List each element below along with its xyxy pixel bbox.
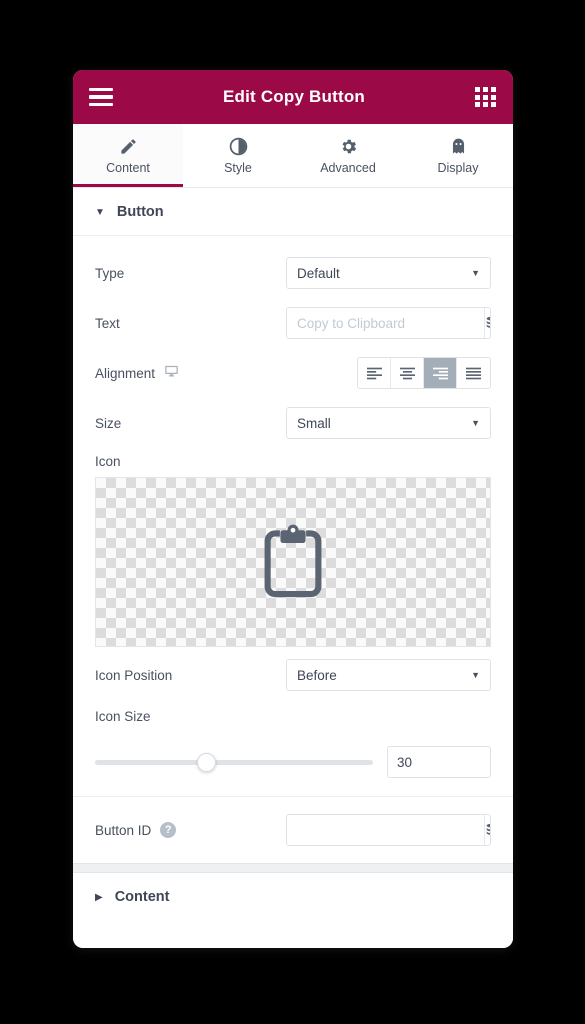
section-title-button: Button [116,204,164,220]
pencil-icon [73,134,183,158]
button-id-fields: Button ID ? [73,797,513,863]
panel-body: ▼ Button Type Default ▼ Text Copy to Cli… [73,188,513,948]
icon-position-value: Before [297,667,337,683]
field-label-text: Text [95,315,120,331]
contrast-circle-icon [183,134,293,158]
button-id-input-wrapper [286,814,491,846]
type-select-value: Default [297,265,340,281]
field-label-alignment: Alignment [95,364,179,382]
text-input-wrapper [286,307,491,339]
section-header-content[interactable]: ▶ Content [73,873,513,920]
align-right-button[interactable] [424,358,457,388]
align-justify-button[interactable] [457,358,490,388]
icon-size-slider-thumb[interactable] [196,752,216,772]
clipboard-icon [264,524,322,598]
caret-down-icon: ▼ [95,206,105,218]
type-select[interactable]: Default ▼ [286,257,491,289]
database-dynamic-tag-icon[interactable] [484,308,490,338]
tab-style[interactable]: Style [183,124,293,187]
caret-right-icon: ▶ [95,891,103,903]
database-dynamic-tag-icon[interactable] [484,815,490,845]
icon-size-number-wrapper: ▲ ▼ [387,746,491,778]
chevron-down-icon: ▼ [471,670,480,680]
icon-size-control: ▲ ▼ [95,732,491,786]
text-input[interactable] [287,308,484,338]
field-row-icon-position: Icon Position Before ▼ [95,647,491,703]
grid-apps-icon[interactable] [475,87,497,107]
section-header-button[interactable]: ▼ Button [73,188,513,236]
icon-preview-area[interactable] [95,477,491,647]
tab-advanced-label: Advanced [320,161,376,175]
question-mark-icon[interactable]: ? [160,822,177,838]
button-id-label-text: Button ID [95,822,152,838]
alignment-button-group [357,357,491,389]
field-row-size: Size Small ▼ [95,398,491,448]
field-row-type: Type Default ▼ [95,248,491,298]
page-title: Edit Copy Button [222,87,365,106]
field-label-size: Size [95,415,122,431]
chevron-down-icon: ▼ [471,268,480,278]
icon-size-input[interactable] [388,747,490,777]
align-left-button[interactable] [358,358,391,388]
field-row-text: Text [95,298,491,348]
gear-icon [293,134,403,158]
icon-position-select[interactable]: Before ▼ [286,659,491,691]
size-select[interactable]: Small ▼ [286,407,491,439]
field-row-button-id: Button ID ? [95,805,491,855]
field-label-type: Type [95,265,125,281]
panel-tabs: Content Style Advanced Display [73,124,513,188]
tab-display-label: Display [437,161,479,175]
tab-content-label: Content [106,161,150,175]
field-label-icon-position: Icon Position [95,667,173,683]
panel-header: Edit Copy Button [73,70,513,124]
desktop-monitor-icon[interactable] [164,364,179,382]
field-label-icon-size: Icon Size [95,709,151,724]
tab-style-label: Style [224,161,252,175]
hamburger-menu-icon[interactable] [89,87,113,107]
field-label-button-id: Button ID ? [95,822,177,838]
tab-display[interactable]: Display [403,124,513,187]
button-settings-fields: Type Default ▼ Text Copy to Clipboard Al… [73,236,513,796]
field-row-alignment: Alignment [95,348,491,398]
size-select-value: Small [297,415,331,431]
ghost-icon [403,134,513,158]
edit-widget-panel: Edit Copy Button Content Style Advanced [73,70,513,948]
section-title-content: Content [114,889,170,905]
icon-size-slider[interactable] [95,752,373,772]
alignment-label-text: Alignment [95,365,156,381]
field-label-icon: Icon [95,454,121,469]
tab-content[interactable]: Content [73,124,183,187]
align-center-button[interactable] [391,358,424,388]
section-separator-band [73,863,513,873]
button-id-input[interactable] [287,815,484,845]
tab-advanced[interactable]: Advanced [293,124,403,187]
chevron-down-icon: ▼ [471,418,480,428]
